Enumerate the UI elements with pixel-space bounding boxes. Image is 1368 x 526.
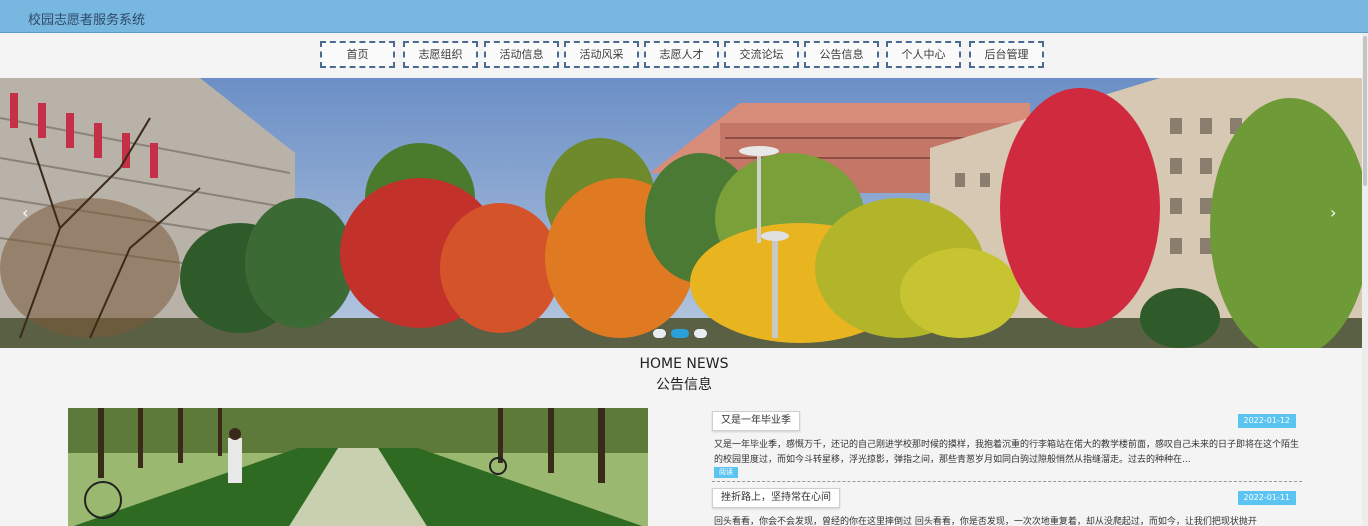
nav-activity-gallery[interactable]: 活动风采 xyxy=(564,41,639,68)
nav-personal-center[interactable]: 个人中心 xyxy=(886,41,961,68)
carousel-dot[interactable] xyxy=(694,329,707,338)
app-title: 校园志愿者服务系统 xyxy=(28,13,146,28)
news-description: 回头看看，你会不会发现，曾经的你在这里摔倒过 回头看看，你是否发现，一次次地重复… xyxy=(714,517,1257,526)
read-more-button[interactable]: 阅读 xyxy=(714,467,738,478)
nav-activity-info[interactable]: 活动信息 xyxy=(484,41,559,68)
section-title-en: HOME NEWS xyxy=(639,356,729,372)
news-date: 2022-01-12 xyxy=(1237,414,1296,428)
section-title-cn: 公告信息 xyxy=(656,377,712,393)
campus-path-photo xyxy=(68,408,648,526)
news-description: 又是一年毕业季，感慨万千，还记的自己刚进学校那时候的摸样，我抱着沉重的行李箱站在… xyxy=(714,440,1300,465)
scrollbar-thumb[interactable] xyxy=(1363,36,1367,186)
news-divider xyxy=(712,481,1302,482)
nav-admin[interactable]: 后台管理 xyxy=(969,41,1044,68)
nav-announcements[interactable]: 公告信息 xyxy=(804,41,879,68)
nav-home[interactable]: 首页 xyxy=(320,41,395,68)
nav-volunteer-talent[interactable]: 志愿人才 xyxy=(644,41,719,68)
news-date: 2022-01-11 xyxy=(1237,491,1296,505)
nav-forum[interactable]: 交流论坛 xyxy=(724,41,799,68)
nav-volunteer-orgs[interactable]: 志愿组织 xyxy=(403,41,478,68)
main-nav: 首页 志愿组织 活动信息 活动风采 志愿人才 交流论坛 公告信息 个人中心 后台… xyxy=(0,33,1368,77)
news-title[interactable]: 又是一年毕业季 xyxy=(712,411,800,431)
banner-carousel[interactable]: ‹ › xyxy=(0,78,1368,348)
carousel-dot-active[interactable] xyxy=(671,329,689,338)
chevron-right-icon[interactable]: › xyxy=(1330,203,1336,222)
campus-photo xyxy=(0,78,1368,348)
carousel-dot[interactable] xyxy=(653,329,666,338)
carousel-indicators xyxy=(651,329,711,341)
news-photo[interactable] xyxy=(68,408,648,526)
app-header: 校园志愿者服务系统 xyxy=(0,0,1368,33)
news-title[interactable]: 挫折路上，坚持常在心间 xyxy=(712,488,840,508)
chevron-left-icon[interactable]: ‹ xyxy=(22,203,28,222)
